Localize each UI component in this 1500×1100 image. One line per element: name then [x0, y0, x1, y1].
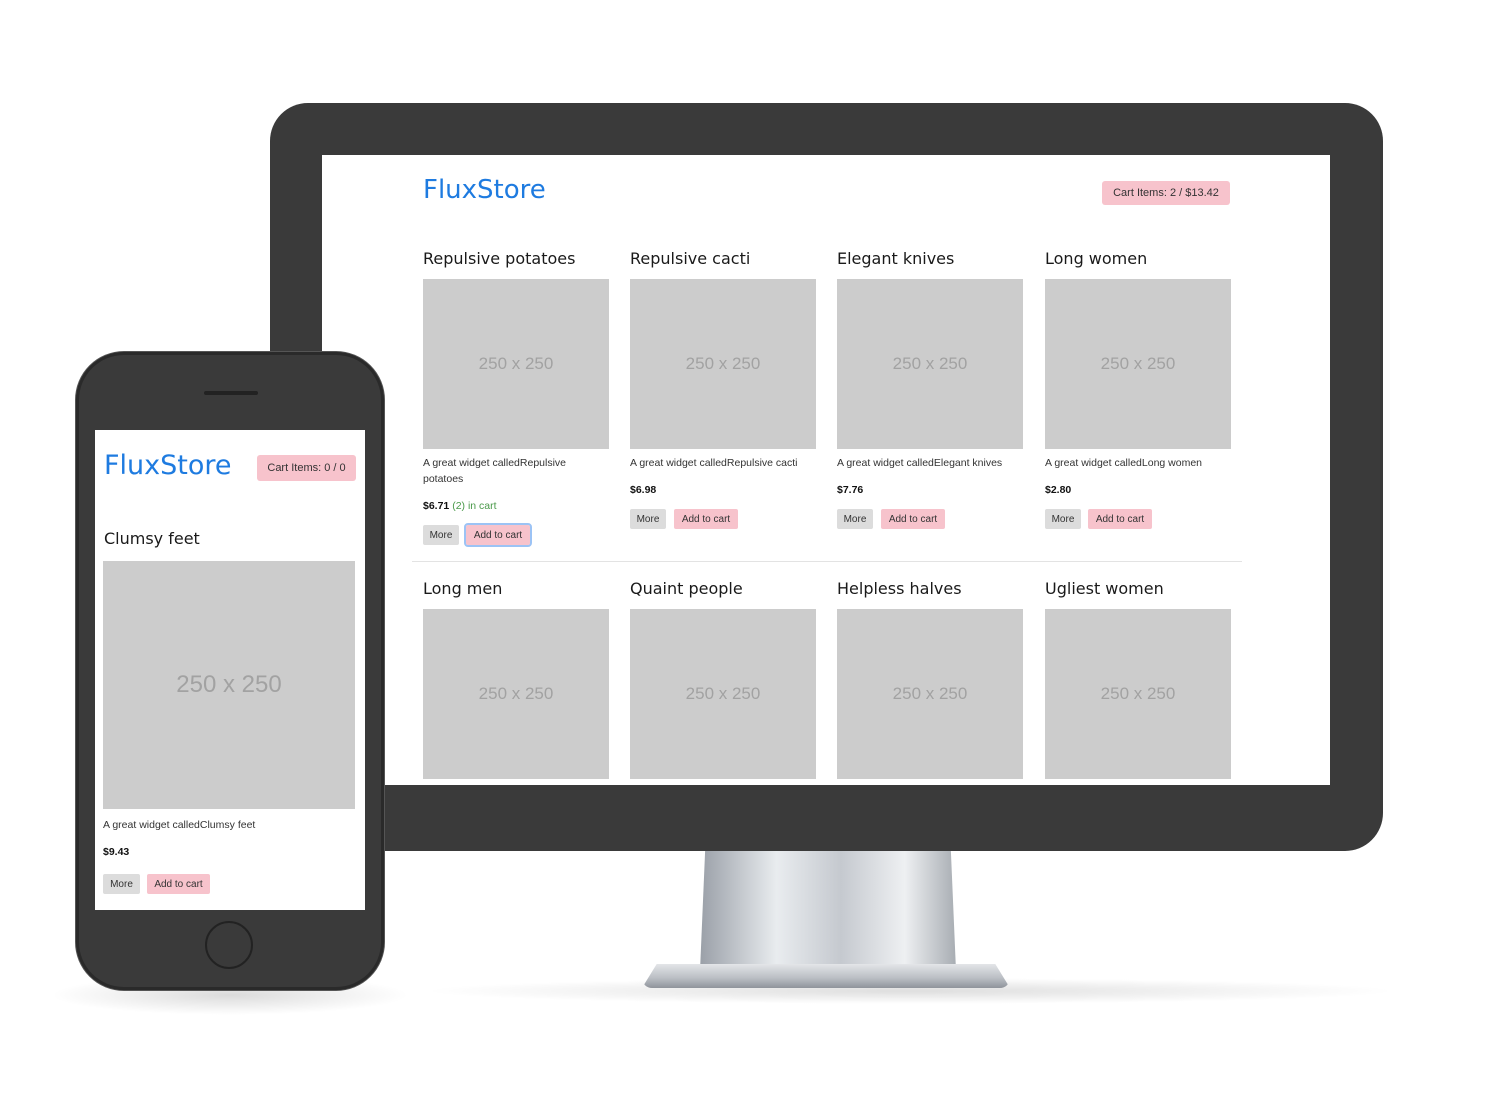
more-button[interactable]: More	[1045, 509, 1081, 529]
brand-logo[interactable]: FluxStore	[104, 450, 232, 481]
product-image[interactable]: 250 x 250	[1045, 609, 1231, 779]
product-description: A great widget calledLong women	[1045, 457, 1203, 469]
more-button[interactable]: More	[103, 874, 140, 894]
cart-summary-button[interactable]: Cart Items: 0 / 0	[257, 455, 356, 481]
product-price: $7.76	[837, 484, 864, 496]
monitor-stand-foot	[642, 964, 1010, 988]
monitor-stand-neck	[700, 851, 956, 971]
more-button[interactable]: More	[423, 525, 459, 545]
product-image[interactable]: 250 x 250	[103, 561, 355, 809]
in-cart-count: (2) in cart	[452, 500, 497, 512]
product-image[interactable]: 250 x 250	[837, 609, 1023, 779]
product-title[interactable]: Elegant knives	[837, 249, 954, 268]
product-title[interactable]: Quaint people	[630, 579, 743, 598]
product-description: A great widget calledElegant knives	[837, 457, 1003, 469]
product-title[interactable]: Helpless halves	[837, 579, 962, 598]
brand-logo[interactable]: FluxStore	[423, 175, 546, 205]
add-to-cart-button[interactable]: Add to cart	[881, 509, 945, 529]
product-image[interactable]: 250 x 250	[837, 279, 1023, 449]
phone-home-button[interactable]	[205, 921, 253, 969]
product-description: A great widget calledRepulsive cacti	[630, 457, 798, 469]
add-to-cart-button[interactable]: Add to cart	[464, 523, 532, 547]
product-description: A great widget calledClumsy feet	[103, 819, 256, 831]
mobile-screen: FluxStore Cart Items: 0 / 0 Clumsy feet …	[95, 430, 365, 910]
product-description: A great widget calledRepulsive potatoes	[423, 457, 567, 485]
product-price: $9.43	[103, 846, 130, 858]
add-to-cart-button[interactable]: Add to cart	[147, 874, 210, 894]
product-image[interactable]: 250 x 250	[630, 609, 816, 779]
product-title[interactable]: Repulsive cacti	[630, 249, 750, 268]
phone-speaker	[204, 391, 258, 395]
product-title[interactable]: Ugliest women	[1045, 579, 1164, 598]
desktop-screen: FluxStore Cart Items: 2 / $13.42 Repulsi…	[322, 155, 1330, 785]
more-button[interactable]: More	[630, 509, 666, 529]
product-price: $2.80	[1045, 484, 1072, 496]
product-image[interactable]: 250 x 250	[423, 279, 609, 449]
price-value: $6.71	[423, 500, 450, 512]
product-title[interactable]: Repulsive potatoes	[423, 249, 575, 268]
product-title[interactable]: Long men	[423, 579, 502, 598]
product-price: $6.71 (2) in cart	[423, 500, 497, 512]
product-title[interactable]: Long women	[1045, 249, 1147, 268]
add-to-cart-button[interactable]: Add to cart	[674, 509, 738, 529]
product-image[interactable]: 250 x 250	[630, 279, 816, 449]
more-button[interactable]: More	[837, 509, 873, 529]
product-title[interactable]: Clumsy feet	[104, 529, 200, 548]
product-image[interactable]: 250 x 250	[423, 609, 609, 779]
product-image[interactable]: 250 x 250	[1045, 279, 1231, 449]
row-divider	[412, 561, 1242, 562]
cart-summary-button[interactable]: Cart Items: 2 / $13.42	[1102, 181, 1230, 205]
add-to-cart-button[interactable]: Add to cart	[1088, 509, 1152, 529]
product-price: $6.98	[630, 484, 657, 496]
